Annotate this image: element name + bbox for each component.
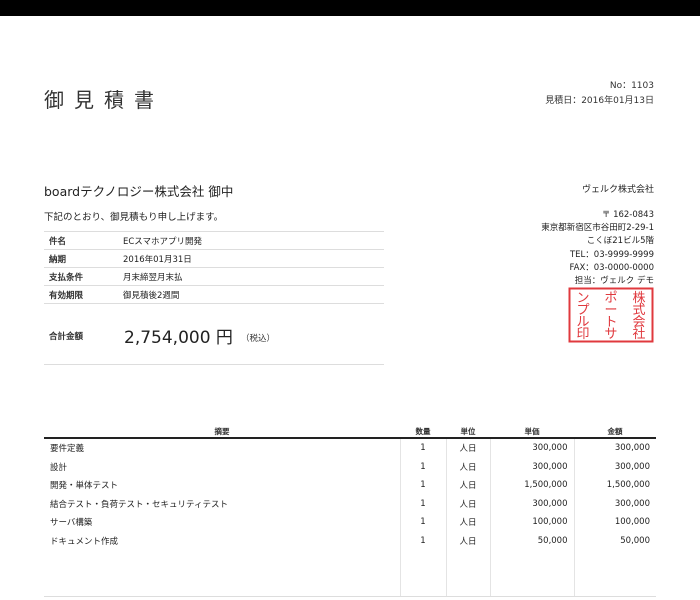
- table-row: 要件定義 1 人日 300,000 300,000: [44, 438, 656, 458]
- document-number: No：1103: [609, 81, 654, 91]
- postal-code: 〒 162-0843: [601, 210, 654, 220]
- info-row: 納期 2016年01月31日: [44, 249, 384, 268]
- item-unit: 人日: [445, 531, 490, 550]
- info-row: 支払条件 月末締翌月末払: [44, 267, 384, 286]
- table-row: 設計 1 人日 300,000 300,000: [44, 457, 656, 476]
- info-key: 有効期限: [44, 285, 123, 304]
- info-key: 件名: [44, 231, 123, 250]
- header-unit: 単位: [446, 425, 490, 439]
- item-amount: 1,500,000: [573, 476, 656, 495]
- issuer-address: 〒 162-0843 東京都新宿区市谷田町2-29-1 こくぼ21ビル5階 TE…: [541, 209, 654, 288]
- blank-cell: [489, 550, 574, 597]
- item-unit: 人日: [445, 494, 490, 513]
- info-key: 支払条件: [44, 267, 123, 286]
- header-quantity: 数量: [400, 425, 446, 439]
- item-amount: 300,000: [573, 438, 656, 458]
- blank-cell: [445, 550, 490, 597]
- client-name: boardテクノロジー株式会社 御中: [44, 184, 234, 199]
- item-description: ドキュメント作成: [50, 536, 119, 547]
- table-row: サーバ構築 1 人日 100,000 100,000: [44, 513, 656, 532]
- item-quantity: 1: [399, 438, 446, 458]
- item-description: サーバ構築: [50, 518, 93, 529]
- item-unit: 人日: [445, 513, 490, 532]
- item-amount: 100,000: [573, 513, 656, 532]
- item-amount: 300,000: [573, 494, 656, 513]
- item-description: 要件定義: [50, 444, 85, 455]
- header-description: 摘要: [44, 425, 400, 439]
- item-amount: 50,000: [573, 531, 656, 550]
- items-table: 摘要 数量 単位 単価 金額 要件定義 1 人日 300,000 300,000…: [44, 425, 656, 597]
- phone-number: TEL：03-9999-9999: [569, 249, 654, 260]
- seal-character: 印: [576, 327, 589, 342]
- item-quantity: 1: [399, 476, 446, 495]
- info-row: 件名 ECスマホアプリ開発: [44, 231, 384, 250]
- item-unit-price: 300,000: [489, 494, 574, 513]
- document-meta: No：1103 見積日：2016年01月13日: [545, 79, 654, 109]
- total-label: 合計金額: [49, 332, 84, 342]
- total-amount: 2,754,000 円: [124, 328, 233, 348]
- seal-character: 社: [632, 326, 645, 342]
- building-name: こくぼ21ビル5階: [586, 236, 654, 247]
- blank-row: [44, 550, 656, 597]
- company-seal-stamp: 株式会社ポートサンプル印: [568, 287, 654, 343]
- item-quantity: 1: [399, 531, 446, 550]
- item-quantity: 1: [399, 494, 446, 513]
- header-amount: 金額: [574, 425, 656, 439]
- item-unit: 人日: [445, 476, 490, 495]
- seal-character: サ: [604, 327, 617, 342]
- info-key: 納期: [44, 249, 123, 268]
- document-title: 御見積書: [44, 88, 164, 112]
- header-unit-price: 単価: [490, 425, 574, 439]
- info-value: 御見積後2週間: [123, 285, 384, 304]
- info-table: 件名 ECスマホアプリ開発 納期 2016年01月31日 支払条件 月末締翌月末…: [44, 231, 384, 304]
- issue-date: 見積日：2016年01月13日: [545, 96, 654, 106]
- item-quantity: 1: [399, 513, 446, 532]
- blank-cell: [573, 550, 656, 597]
- issuer-company: ヴェルク株式会社: [581, 185, 654, 195]
- info-value: ECスマホアプリ開発: [123, 231, 384, 250]
- table-row: 開発・単体テスト 1 人日 1,500,000 1,500,000: [44, 476, 656, 495]
- blank-cell: [44, 550, 400, 597]
- item-unit-price: 50,000: [489, 531, 574, 550]
- intro-text: 下記のとおり、御見積もり申し上げます。: [44, 212, 224, 223]
- tax-note: （税込）: [241, 334, 276, 344]
- top-bar: [0, 0, 700, 16]
- item-unit: 人日: [445, 438, 490, 458]
- info-value: 月末締翌月末払: [123, 267, 384, 286]
- table-row: ドキュメント作成 1 人日 50,000 50,000: [44, 531, 656, 550]
- table-row: 結合テスト・負荷テスト・セキュリティテスト 1 人日 300,000 300,0…: [44, 494, 656, 513]
- item-quantity: 1: [399, 457, 446, 476]
- item-unit-price: 1,500,000: [489, 476, 574, 495]
- street-address: 東京都新宿区市谷田町2-29-1: [541, 223, 654, 234]
- info-value: 2016年01月31日: [123, 249, 384, 268]
- info-row: 有効期限 御見積後2週間: [44, 285, 384, 304]
- item-unit: 人日: [445, 457, 490, 476]
- item-description: 結合テスト・負荷テスト・セキュリティテスト: [50, 499, 228, 510]
- items-header-row: 摘要 数量 単位 単価 金額: [44, 425, 656, 439]
- item-unit-price: 300,000: [489, 438, 574, 458]
- item-unit-price: 100,000: [489, 513, 574, 532]
- item-amount: 300,000: [573, 457, 656, 476]
- item-description: 開発・単体テスト: [50, 481, 119, 492]
- blank-cell: [399, 550, 446, 597]
- fax-number: FAX：03-0000-0000: [569, 262, 654, 273]
- item-description: 設計: [50, 462, 68, 473]
- total-box: 合計金額 2,754,000 円 （税込）: [44, 318, 384, 365]
- item-unit-price: 300,000: [489, 457, 574, 476]
